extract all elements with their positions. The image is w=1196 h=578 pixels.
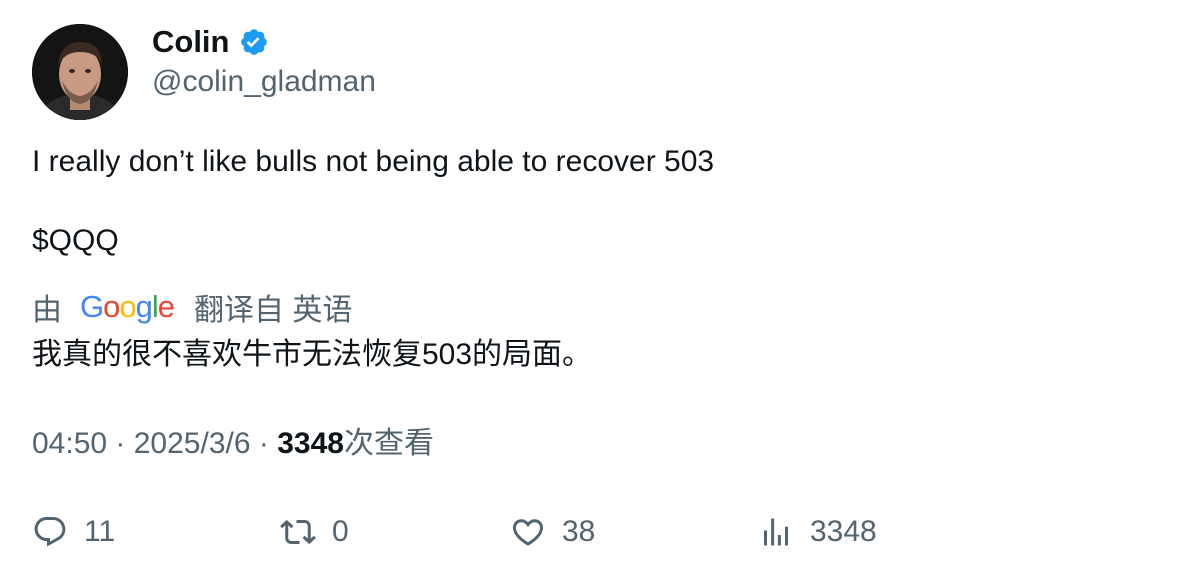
views-icon <box>764 518 788 546</box>
author-handle[interactable]: @colin_gladman <box>152 62 376 102</box>
reply-count: 11 <box>84 515 116 548</box>
reply-button[interactable]: 11 <box>32 510 115 554</box>
author-name[interactable]: Colin <box>152 22 269 62</box>
like-button[interactable]: 38 <box>510 510 595 554</box>
meta-separator: · <box>107 427 134 460</box>
author-name-text[interactable]: Colin <box>152 22 230 62</box>
tweet-text-line-1: I really don’t like bulls not being able… <box>32 145 715 178</box>
reply-icon <box>34 517 66 547</box>
tweet-cashtag[interactable]: $QQQ <box>32 221 119 261</box>
translated-text: 我真的很不喜欢牛市无法恢复503的局面。 <box>32 338 593 371</box>
views-count: 3348 <box>277 427 344 460</box>
heart-icon <box>512 519 544 546</box>
tweet-date[interactable]: 2025/3/6 <box>134 427 251 460</box>
verified-badge-icon <box>240 29 267 55</box>
retweet-count: 0 <box>332 515 349 548</box>
avatar-image <box>32 24 128 120</box>
google-logo[interactable]: Google <box>80 287 175 327</box>
tweet-time[interactable]: 04:50 <box>32 427 107 460</box>
meta-separator: · <box>250 427 278 460</box>
translated-by-label: 由 <box>32 294 62 327</box>
like-count: 38 <box>562 515 596 548</box>
views-button[interactable]: 3348 <box>758 510 877 554</box>
avatar[interactable] <box>32 24 128 120</box>
translation-attribution: 由 Google 翻译自 英语 <box>32 287 352 327</box>
views-action-count: 3348 <box>810 515 877 548</box>
tweet-meta: 04:50 · 2025/3/6 · 3348次查看 <box>32 424 434 464</box>
retweet-button[interactable]: 0 <box>280 510 349 554</box>
views-suffix: 次查看 <box>343 427 434 460</box>
action-bar: 11 0 38 3348 <box>0 510 1196 554</box>
translated-from-label: 翻译自 英语 <box>194 294 353 327</box>
retweet-icon <box>280 519 316 545</box>
